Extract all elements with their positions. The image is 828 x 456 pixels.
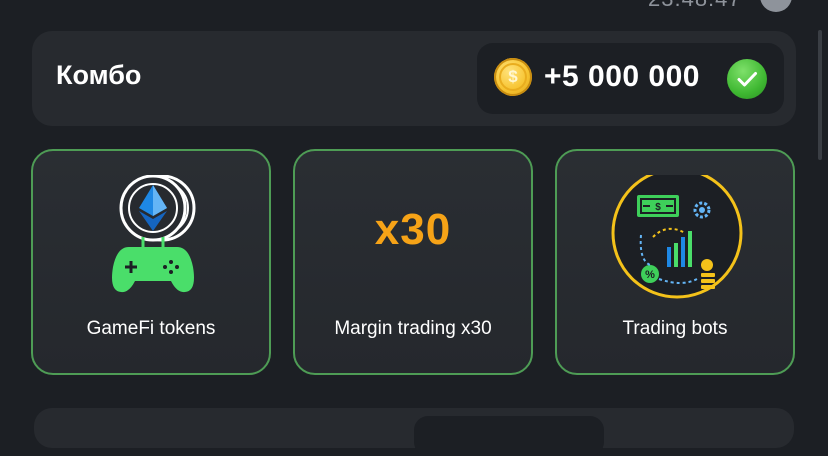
info-icon[interactable] xyxy=(760,0,792,12)
combo-card-trading-bots[interactable]: $ % Trading bots xyxy=(555,149,795,375)
combo-card-gamefi[interactable]: GameFi tokens xyxy=(31,149,271,375)
trading-bot-chart-icon: $ % xyxy=(557,167,793,299)
card-label: Margin trading x30 xyxy=(334,318,492,339)
bottom-tab[interactable] xyxy=(414,416,604,456)
card-label: GameFi tokens xyxy=(86,318,216,339)
coin-icon: $ xyxy=(494,58,532,96)
svg-text:%: % xyxy=(645,269,655,281)
reward-amount: +5 000 000 xyxy=(544,60,700,93)
check-icon xyxy=(727,59,767,99)
combo-title: Комбо xyxy=(56,60,142,90)
scrollbar[interactable] xyxy=(818,30,822,160)
coin-symbol: $ xyxy=(499,63,527,91)
card-label: Trading bots xyxy=(622,318,728,339)
svg-text:$: $ xyxy=(655,202,661,213)
combo-card-margin[interactable]: x30 Margin trading x30 xyxy=(293,149,533,375)
gamepad-ethereum-icon xyxy=(33,174,269,295)
combo-reward: $ +5 000 000 xyxy=(477,43,784,114)
status-time: 23:48:47 xyxy=(648,0,742,12)
bottom-panel xyxy=(34,408,794,456)
x30-icon: x30 xyxy=(374,205,452,254)
combo-panel: Комбо $ +5 000 000 xyxy=(32,31,796,126)
